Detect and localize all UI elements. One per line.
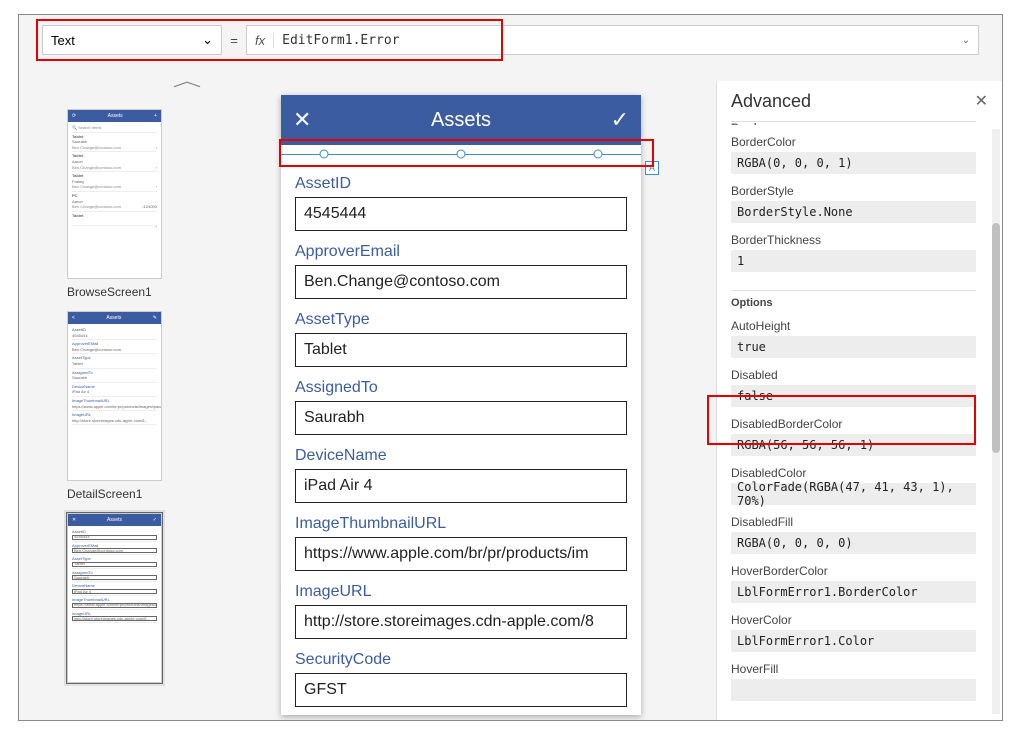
selection-badge: A [645, 161, 659, 175]
form-field: ImageURL http://store.storeimages.cdn-app… [295, 583, 627, 639]
thumbnail-label: DetailScreen1 [67, 487, 173, 501]
property-row: AutoHeight true [731, 319, 976, 358]
field-label: ImageThumbnailURL [295, 515, 627, 533]
property-row: HoverColor LblFormError1.Color [731, 613, 976, 652]
field-input[interactable]: GFST [295, 673, 627, 707]
property-value[interactable]: false [731, 385, 976, 407]
property-row: HoverFill [731, 662, 976, 701]
formula-value: EditForm1.Error [282, 33, 399, 48]
field-input[interactable]: Ben.Change@contoso.com [295, 265, 627, 299]
property-value[interactable]: RGBA(0, 0, 0, 0) [731, 532, 976, 554]
property-value[interactable]: 1 [731, 250, 976, 272]
property-label: BorderThickness [731, 233, 976, 247]
form-area: AssetID 4545444 ApproverEmail Ben.Change@co… [281, 163, 641, 711]
field-label: ApproverEmail [295, 243, 627, 261]
property-row: DisabledBorderColor RGBA(56, 56, 56, 1) [731, 417, 976, 456]
property-row: Disabled false [731, 368, 976, 407]
property-label: AutoHeight [731, 319, 976, 333]
field-input[interactable]: iPad Air 4 [295, 469, 627, 503]
field-input[interactable]: http://store.storeimages.cdn-apple.com/8 [295, 605, 627, 639]
close-icon[interactable]: ✕ [975, 91, 988, 111]
property-label: HoverBorderColor [731, 564, 976, 578]
property-row: HoverBorderColor LblFormError1.BorderColo… [731, 564, 976, 603]
property-label: DisabledFill [731, 515, 976, 529]
property-row: DisabledColor ColorFade(RGBA(47, 41, 43, … [731, 466, 976, 505]
screen-thumbnails: ⟳Assets+ 🔍 Search itemsTabletSaurabhBen.… [53, 109, 173, 683]
field-label: ImageURL [295, 583, 627, 601]
property-dropdown[interactable]: Text ⌄ [42, 25, 222, 55]
thumbnail-detail[interactable]: <Assets✎ AssetID4545444ApproverEMailBen.… [53, 311, 173, 501]
field-label: DeviceName [295, 447, 627, 465]
scrollbar[interactable] [992, 129, 1000, 714]
property-value[interactable]: RGBA(0, 0, 0, 1) [731, 152, 976, 174]
property-value[interactable]: RGBA(56, 56, 56, 1) [731, 434, 976, 456]
chevron-down-icon[interactable]: ⌄ [962, 35, 970, 46]
property-value[interactable]: BorderStyle.None [731, 201, 976, 223]
thumbnail-overflow-icon[interactable]: ⋯ [18, 571, 19, 701]
form-field: ApproverEmail Ben.Change@contoso.com [295, 243, 627, 299]
chevron-down-icon: ⌄ [202, 32, 213, 48]
form-field: SecurityCode GFST [295, 651, 627, 707]
app-canvas: ✕ Assets ✓ A AssetID 4545444 ApproverEmail… [281, 95, 641, 715]
property-value[interactable]: ColorFade(RGBA(47, 41, 43, 1), 70%) [731, 483, 976, 505]
form-field: AssetID 4545444 [295, 175, 627, 231]
check-icon[interactable]: ✓ [611, 107, 629, 133]
property-label: BorderStyle [731, 184, 976, 198]
formula-bar: Text ⌄ = fx EditForm1.Error ⌄ [42, 25, 979, 55]
property-label: HoverFill [731, 662, 976, 676]
field-label: AssetType [295, 311, 627, 329]
panel-section-options: Options [731, 290, 976, 309]
close-icon[interactable]: ✕ [293, 107, 311, 133]
panel-title: Advanced [731, 91, 811, 112]
property-row: DisabledFill RGBA(0, 0, 0, 0) [731, 515, 976, 554]
app-header: ✕ Assets ✓ [281, 95, 641, 145]
property-row: BorderThickness 1 [731, 233, 976, 272]
field-label: SecurityCode [295, 651, 627, 669]
property-row: BorderStyle BorderStyle.None [731, 184, 976, 223]
fx-icon: fx [255, 33, 274, 48]
form-field: AssetType Tablet [295, 311, 627, 367]
field-label: AssetID [295, 175, 627, 193]
selected-control[interactable]: A [281, 145, 641, 163]
thumbnail-edit[interactable]: ✕Assets✓ AssetID4545444ApproverEMailBen.… [53, 513, 173, 683]
chevron-up-icon[interactable]: ︿ [173, 67, 202, 91]
formula-input[interactable]: fx EditForm1.Error ⌄ [246, 25, 979, 55]
property-label: DisabledColor [731, 466, 976, 480]
property-value[interactable]: true [731, 336, 976, 358]
property-value[interactable] [731, 679, 976, 701]
field-input[interactable]: 4545444 [295, 197, 627, 231]
form-field: AssignedTo Saurabh [295, 379, 627, 435]
field-input[interactable]: Tablet [295, 333, 627, 367]
advanced-panel: Advanced ✕ Border BorderColor RGBA(0, 0, … [716, 81, 1002, 720]
form-field: DeviceName iPad Air 4 [295, 447, 627, 503]
field-input[interactable]: Saurabh [295, 401, 627, 435]
property-label: Disabled [731, 368, 976, 382]
property-label: BorderColor [731, 135, 976, 149]
property-value[interactable]: LblFormError1.BorderColor [731, 581, 976, 603]
property-dropdown-label: Text [51, 33, 75, 48]
property-row: BorderColor RGBA(0, 0, 0, 1) [731, 135, 976, 174]
property-label: HoverColor [731, 613, 976, 627]
property-value[interactable]: LblFormError1.Color [731, 630, 976, 652]
field-input[interactable]: https://www.apple.com/br/pr/products/im [295, 537, 627, 571]
property-label: DisabledBorderColor [731, 417, 976, 431]
thumbnail-browse[interactable]: ⟳Assets+ 🔍 Search itemsTabletSaurabhBen.… [53, 109, 173, 299]
equals-label: = [222, 25, 246, 55]
panel-section: Border [731, 121, 976, 125]
form-field: ImageThumbnailURL https://www.apple.com/b… [295, 515, 627, 571]
thumbnail-label: BrowseScreen1 [67, 285, 173, 299]
app-title: Assets [311, 109, 610, 132]
field-label: AssignedTo [295, 379, 627, 397]
